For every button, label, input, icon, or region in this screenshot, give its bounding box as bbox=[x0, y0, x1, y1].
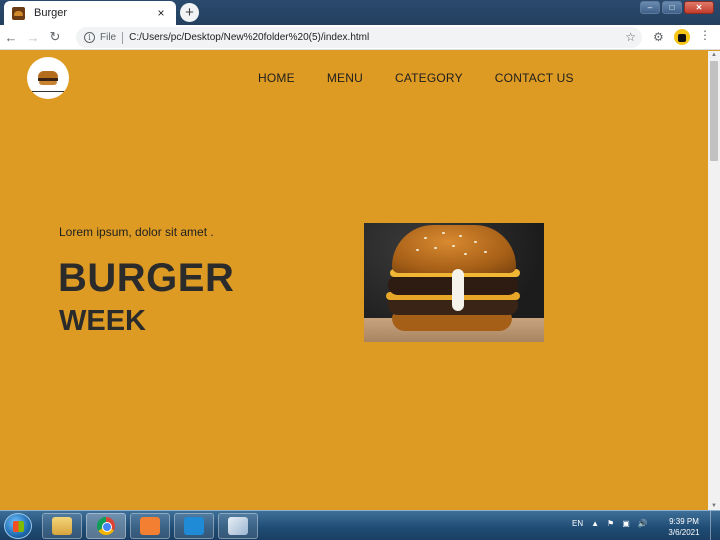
main-nav: HOME MENU CATEGORY CONTACT US bbox=[258, 71, 574, 85]
scroll-thumb[interactable] bbox=[710, 61, 718, 161]
url-text[interactable]: C:/Users/pc/Desktop/New%20folder%20(5)/i… bbox=[129, 32, 369, 43]
address-bar[interactable]: i File C:/Users/pc/Desktop/New%20folder%… bbox=[76, 27, 642, 48]
vscode-icon bbox=[184, 517, 204, 535]
reload-icon[interactable]: ↻ bbox=[44, 29, 66, 45]
clock-time: 9:39 PM bbox=[669, 517, 699, 526]
clock-date: 3/6/2021 bbox=[668, 528, 700, 537]
scroll-down-icon[interactable]: ▼ bbox=[711, 503, 717, 509]
nav-link-home[interactable]: HOME bbox=[258, 71, 295, 85]
network-icon[interactable]: ▣ bbox=[622, 519, 630, 528]
file-label: File bbox=[100, 32, 117, 43]
forward-arrow-icon[interactable]: → bbox=[22, 30, 44, 45]
page-scrollbar[interactable]: ▲ ▼ bbox=[708, 51, 720, 510]
xampp-icon bbox=[140, 517, 160, 535]
clock[interactable]: 9:39 PM 3/6/2021 bbox=[662, 516, 706, 538]
browser-toolbar: ← → ↻ i File C:/Users/pc/Desktop/New%20f… bbox=[0, 25, 720, 50]
taskbar-vscode[interactable] bbox=[174, 513, 214, 539]
chrome-icon bbox=[97, 517, 115, 535]
info-icon[interactable]: i bbox=[84, 32, 95, 43]
back-arrow-icon[interactable]: ← bbox=[0, 30, 22, 45]
more-menu-icon[interactable]: ⋮ bbox=[699, 28, 711, 42]
window-titlebar: Burger × + – □ ✕ bbox=[0, 0, 720, 25]
divider bbox=[122, 31, 124, 44]
close-tab-icon[interactable]: × bbox=[154, 6, 168, 20]
system-tray: EN ▲ ⚑ ▣ 🔊 bbox=[572, 519, 648, 528]
show-desktop-button[interactable] bbox=[710, 511, 720, 540]
tab-title: Burger bbox=[34, 7, 68, 19]
hero-tagline: Lorem ipsum, dolor sit amet . bbox=[59, 225, 214, 239]
taskbar: EN ▲ ⚑ ▣ 🔊 9:39 PM 3/6/2021 bbox=[0, 510, 720, 540]
close-window-button[interactable]: ✕ bbox=[684, 1, 714, 14]
paint-icon bbox=[228, 517, 248, 535]
minimize-button[interactable]: – bbox=[640, 1, 660, 14]
hero-title: BURGER bbox=[58, 256, 235, 300]
page-viewport: HOME MENU CATEGORY CONTACT US Lorem ipsu… bbox=[0, 51, 708, 510]
taskbar-xampp[interactable] bbox=[130, 513, 170, 539]
window-controls: – □ ✕ bbox=[640, 1, 714, 14]
browser-tab[interactable]: Burger × bbox=[4, 1, 176, 25]
nav-link-contact[interactable]: CONTACT US bbox=[495, 71, 574, 85]
burger-photo bbox=[364, 223, 544, 342]
nav-link-menu[interactable]: MENU bbox=[327, 71, 363, 85]
maximize-button[interactable]: □ bbox=[662, 1, 682, 14]
nav-link-category[interactable]: CATEGORY bbox=[395, 71, 463, 85]
taskbar-chrome[interactable] bbox=[86, 513, 126, 539]
taskbar-paint[interactable] bbox=[218, 513, 258, 539]
hero-subtitle: WEEK bbox=[59, 305, 146, 337]
new-tab-button[interactable]: + bbox=[180, 3, 199, 22]
burger-favicon-icon bbox=[12, 6, 25, 20]
scroll-up-icon[interactable]: ▲ bbox=[711, 52, 717, 58]
start-button[interactable] bbox=[4, 513, 32, 539]
folder-icon bbox=[52, 517, 72, 535]
volume-icon[interactable]: 🔊 bbox=[638, 519, 648, 528]
extensions-puzzle-icon[interactable]: ⚙ bbox=[653, 30, 664, 44]
language-indicator[interactable]: EN bbox=[572, 519, 583, 528]
profile-avatar[interactable] bbox=[674, 29, 690, 45]
burger-logo-icon bbox=[38, 71, 58, 85]
bookmark-star-icon[interactable]: ☆ bbox=[625, 30, 636, 44]
site-logo[interactable] bbox=[27, 57, 69, 99]
taskbar-explorer[interactable] bbox=[42, 513, 82, 539]
action-center-flag-icon[interactable]: ⚑ bbox=[607, 519, 614, 528]
show-hidden-icons-icon[interactable]: ▲ bbox=[591, 519, 599, 528]
